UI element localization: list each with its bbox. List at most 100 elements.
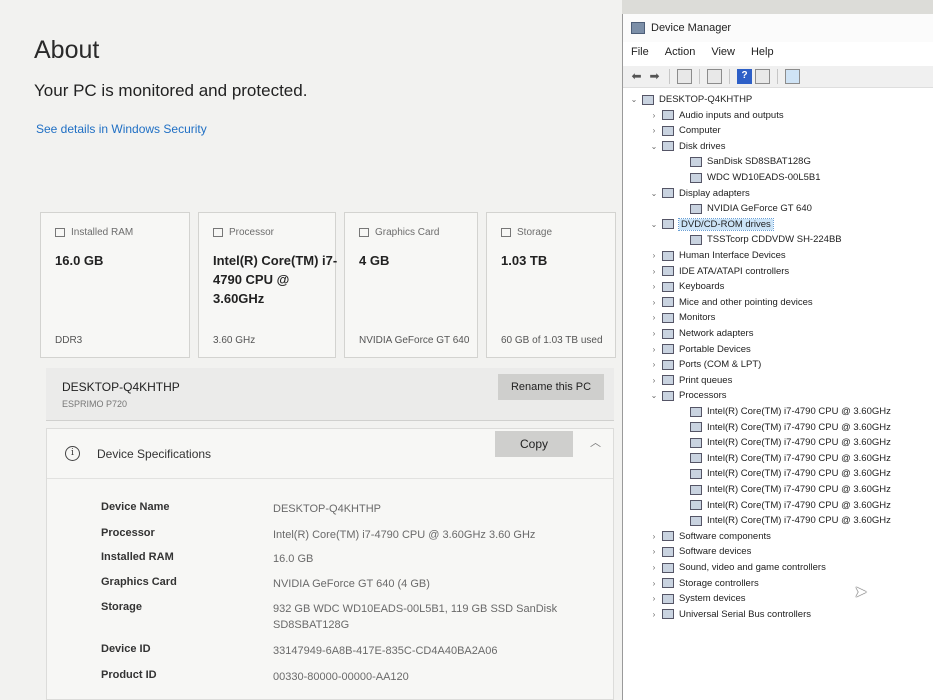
- tree-node[interactable]: › Mice and other pointing devices: [649, 295, 813, 310]
- tree-node-label: Intel(R) Core(TM) i7-4790 CPU @ 3.60GHz: [707, 421, 891, 433]
- tree-node-label: DVD/CD-ROM drives: [678, 217, 774, 231]
- tree-node[interactable]: ⌄ DESKTOP-Q4KHTHP: [629, 92, 753, 107]
- menu-action[interactable]: Action: [657, 44, 704, 62]
- tree-node[interactable]: Intel(R) Core(TM) i7-4790 CPU @ 3.60GHz: [677, 420, 891, 435]
- tree-node[interactable]: › Keyboards: [649, 279, 725, 294]
- chevron-right-icon[interactable]: ›: [649, 267, 659, 276]
- port-icon: [662, 359, 674, 370]
- chevron-up-icon[interactable]: ︿: [590, 434, 601, 450]
- chevron-right-icon[interactable]: ›: [649, 313, 659, 322]
- chevron-right-icon[interactable]: ›: [649, 282, 659, 291]
- chevron-right-icon[interactable]: ›: [649, 547, 659, 556]
- chevron-right-icon[interactable]: ›: [649, 532, 659, 541]
- tree-node[interactable]: › Computer: [649, 123, 721, 138]
- tree-node[interactable]: WDC WD10EADS-00L5B1: [677, 170, 821, 185]
- tree-node[interactable]: › Print queues: [649, 373, 733, 388]
- chevron-right-icon[interactable]: ›: [649, 376, 659, 385]
- tree-node[interactable]: NVIDIA GeForce GT 640: [677, 201, 812, 216]
- tree-node[interactable]: › Human Interface Devices: [649, 248, 786, 263]
- tree-node[interactable]: › Software devices: [649, 544, 752, 559]
- tree-node[interactable]: Intel(R) Core(TM) i7-4790 CPU @ 3.60GHz: [677, 404, 891, 419]
- menu-file[interactable]: File: [623, 44, 657, 62]
- tree-node[interactable]: Intel(R) Core(TM) i7-4790 CPU @ 3.60GHz: [677, 466, 891, 481]
- hid-icon: [662, 250, 674, 261]
- tree-node[interactable]: ⌄ DVD/CD-ROM drives: [649, 217, 774, 232]
- tree-node[interactable]: › Audio inputs and outputs: [649, 108, 784, 123]
- tree-node[interactable]: ⌄ Processors: [649, 388, 727, 403]
- spec-value: NVIDIA GeForce GT 640 (4 GB): [273, 578, 430, 590]
- disk-drive-icon: [690, 156, 702, 167]
- chevron-right-icon[interactable]: ›: [649, 360, 659, 369]
- spec-value: 00330-80000-00000-AA120: [273, 671, 409, 683]
- tree-node[interactable]: › IDE ATA/ATAPI controllers: [649, 264, 790, 279]
- tree-node[interactable]: › Universal Serial Bus controllers: [649, 607, 811, 622]
- tree-node[interactable]: › Ports (COM & LPT): [649, 357, 762, 372]
- chevron-down-icon[interactable]: ⌄: [649, 220, 659, 229]
- card-heading: Graphics Card: [375, 227, 440, 238]
- chevron-down-icon[interactable]: ⌄: [649, 391, 659, 400]
- forward-arrow-icon[interactable]: ➡: [647, 69, 662, 84]
- rename-pc-button[interactable]: Rename this PC: [498, 374, 604, 400]
- chevron-right-icon[interactable]: ›: [649, 610, 659, 619]
- tree-node[interactable]: › Network adapters: [649, 326, 754, 341]
- chevron-right-icon[interactable]: ›: [649, 563, 659, 572]
- tree-node[interactable]: Intel(R) Core(TM) i7-4790 CPU @ 3.60GHz: [677, 451, 891, 466]
- chevron-right-icon[interactable]: ›: [649, 126, 659, 135]
- tree-node-label: Intel(R) Core(TM) i7-4790 CPU @ 3.60GHz: [707, 452, 891, 464]
- chevron-down-icon[interactable]: ⌄: [649, 142, 659, 151]
- tree-node[interactable]: Intel(R) Core(TM) i7-4790 CPU @ 3.60GHz: [677, 435, 891, 450]
- tree-node[interactable]: › Software components: [649, 529, 771, 544]
- chevron-right-icon[interactable]: ›: [649, 298, 659, 307]
- processor-icon: [690, 406, 702, 417]
- tree-node[interactable]: Intel(R) Core(TM) i7-4790 CPU @ 3.60GHz: [677, 498, 891, 513]
- processor-icon: [690, 453, 702, 464]
- chevron-right-icon[interactable]: ›: [649, 111, 659, 120]
- tree-node[interactable]: SanDisk SD8SBAT128G: [677, 154, 811, 169]
- chevron-down-icon[interactable]: ⌄: [629, 95, 639, 104]
- menu-view[interactable]: View: [703, 44, 743, 62]
- view-list-icon[interactable]: [755, 69, 770, 84]
- graphics-card: Graphics Card 4 GB NVIDIA GeForce GT 640: [344, 212, 478, 358]
- windows-security-link[interactable]: See details in Windows Security: [36, 122, 207, 136]
- tree-node[interactable]: › Storage controllers: [649, 576, 759, 591]
- chevron-right-icon[interactable]: ›: [649, 579, 659, 588]
- copy-button[interactable]: Copy: [495, 431, 573, 457]
- processor-icon: [690, 437, 702, 448]
- computer-icon: [642, 94, 654, 105]
- properties-icon[interactable]: [707, 69, 722, 84]
- tree-node[interactable]: › Monitors: [649, 310, 716, 325]
- tree-node[interactable]: › Portable Devices: [649, 342, 751, 357]
- device-specifications-header[interactable]: i Device Specifications Copy ︿: [47, 429, 613, 479]
- processor-icon: [690, 468, 702, 479]
- chevron-right-icon[interactable]: ›: [649, 345, 659, 354]
- tree-node[interactable]: › Sound, video and game controllers: [649, 560, 826, 575]
- pc-name-box: DESKTOP-Q4KHTHP ESPRIMO P720 Rename this…: [46, 368, 614, 421]
- device-specifications-title: Device Specifications: [97, 447, 212, 461]
- card-value: Intel(R) Core(TM) i7-4790 CPU @ 3.60GHz: [213, 253, 338, 306]
- tree-node[interactable]: ⌄ Disk drives: [649, 139, 726, 154]
- card-footnote: 3.60 GHz: [213, 335, 256, 346]
- tree-node[interactable]: Intel(R) Core(TM) i7-4790 CPU @ 3.60GHz: [677, 482, 891, 497]
- menu-help[interactable]: Help: [743, 44, 782, 62]
- title-bar[interactable]: Device Manager: [623, 14, 933, 42]
- tree-node[interactable]: › System devices: [649, 591, 746, 606]
- tree-node[interactable]: Intel(R) Core(TM) i7-4790 CPU @ 3.60GHz: [677, 513, 891, 528]
- chevron-down-icon[interactable]: ⌄: [649, 189, 659, 198]
- spec-label: Graphics Card: [101, 576, 177, 588]
- tree-node-label: System devices: [679, 593, 746, 605]
- tree-node[interactable]: TSSTcorp CDDVDW SH-224BB: [677, 232, 842, 247]
- speaker-icon: [662, 110, 674, 121]
- chevron-right-icon[interactable]: ›: [649, 329, 659, 338]
- chevron-right-icon[interactable]: ›: [649, 251, 659, 260]
- scan-hardware-icon[interactable]: [785, 69, 800, 84]
- tree-node-label: DESKTOP-Q4KHTHP: [659, 94, 753, 105]
- chevron-right-icon[interactable]: ›: [649, 594, 659, 603]
- tree-node[interactable]: ⌄ Display adapters: [649, 186, 750, 201]
- card-footnote: DDR3: [55, 335, 83, 346]
- show-hide-tree-icon[interactable]: [677, 69, 692, 84]
- tree-node-label: Software components: [679, 530, 771, 542]
- help-icon[interactable]: ?: [737, 69, 752, 84]
- page-title: About: [34, 36, 100, 64]
- card-heading: Installed RAM: [71, 227, 134, 238]
- back-arrow-icon[interactable]: ⬅: [629, 69, 644, 84]
